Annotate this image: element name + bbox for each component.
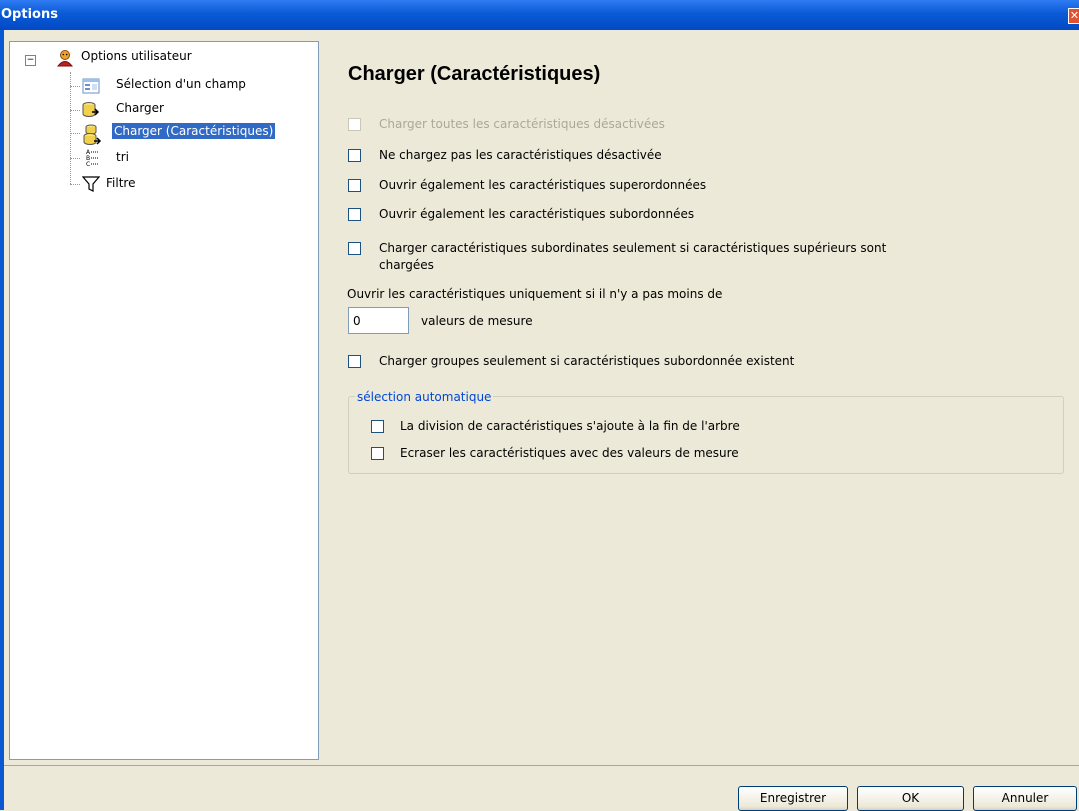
tree-item-selection-champ[interactable]: Sélection d'un champ	[114, 76, 248, 92]
close-button[interactable]: ✕	[1068, 8, 1079, 24]
tree-item-options-utilisateur[interactable]: Options utilisateur	[79, 48, 194, 64]
do-not-load-disabled-label: Ne chargez pas les caractéristiques désa…	[379, 148, 662, 162]
load-all-disabled-checkbox[interactable]	[348, 118, 361, 131]
load-characteristics-icon	[83, 124, 102, 145]
append-division-label: La division de caractéristiques s'ajoute…	[400, 419, 740, 433]
open-subordinate-label: Ouvrir également les caractéristiques su…	[379, 207, 695, 221]
load-subordinates-if-superior-checkbox[interactable]	[348, 242, 361, 255]
open-superordinate-checkbox[interactable]	[348, 179, 361, 192]
sort-icon: A B C	[86, 149, 99, 168]
do-not-load-disabled-checkbox[interactable]	[348, 149, 361, 162]
tree-item-filtre[interactable]: Filtre	[104, 175, 137, 191]
min-values-suffix: valeurs de mesure	[421, 314, 533, 328]
tree-item-charger[interactable]: Charger	[114, 100, 166, 116]
field-selection-icon	[82, 78, 100, 94]
auto-selection-group	[348, 396, 1064, 474]
tree-connector	[70, 133, 80, 134]
min-values-input[interactable]	[348, 307, 409, 334]
save-button[interactable]: Enregistrer	[738, 786, 848, 811]
user-icon	[56, 50, 74, 67]
title-bar: Options ✕	[0, 0, 1079, 30]
load-all-disabled-label: Charger toutes les caractéristiques désa…	[379, 117, 665, 131]
ok-button[interactable]: OK	[857, 786, 964, 811]
append-division-checkbox[interactable]	[371, 420, 384, 433]
overwrite-characteristics-checkbox[interactable]	[371, 447, 384, 460]
load-groups-label: Charger groupes seulement si caractérist…	[379, 354, 795, 368]
open-superordinate-label: Ouvrir également les caractéristiques su…	[379, 178, 707, 192]
tree-connector	[70, 72, 71, 184]
open-subordinate-checkbox[interactable]	[348, 208, 361, 221]
overwrite-characteristics-label: Ecraser les caractéristiques avec des va…	[400, 446, 739, 460]
load-groups-checkbox[interactable]	[348, 355, 361, 368]
tree-connector	[70, 86, 80, 87]
page-title: Charger (Caractéristiques)	[348, 63, 601, 85]
svg-text:C: C	[86, 161, 90, 168]
collapse-toggle[interactable]: −	[25, 55, 36, 66]
window-border	[0, 30, 4, 810]
tree-item-charger-caracteristiques[interactable]: Charger (Caractéristiques)	[112, 123, 276, 139]
load-subordinates-if-superior-label: Charger caractéristiques subordinates se…	[379, 241, 887, 255]
tree-connector	[70, 110, 80, 111]
load-icon	[82, 102, 100, 117]
filter-icon	[82, 176, 100, 192]
load-subordinates-if-superior-label-line2: chargées	[379, 258, 434, 272]
options-tree[interactable]	[9, 41, 319, 760]
tree-connector	[70, 184, 80, 185]
cancel-button[interactable]: Annuler	[973, 786, 1077, 811]
tree-item-tri[interactable]: tri	[114, 149, 131, 165]
auto-selection-legend: sélection automatique	[355, 390, 494, 404]
tree-connector	[70, 158, 80, 159]
window-title: Options	[1, 7, 58, 22]
min-values-label: Ouvrir les caractéristiques uniquement s…	[347, 287, 723, 301]
